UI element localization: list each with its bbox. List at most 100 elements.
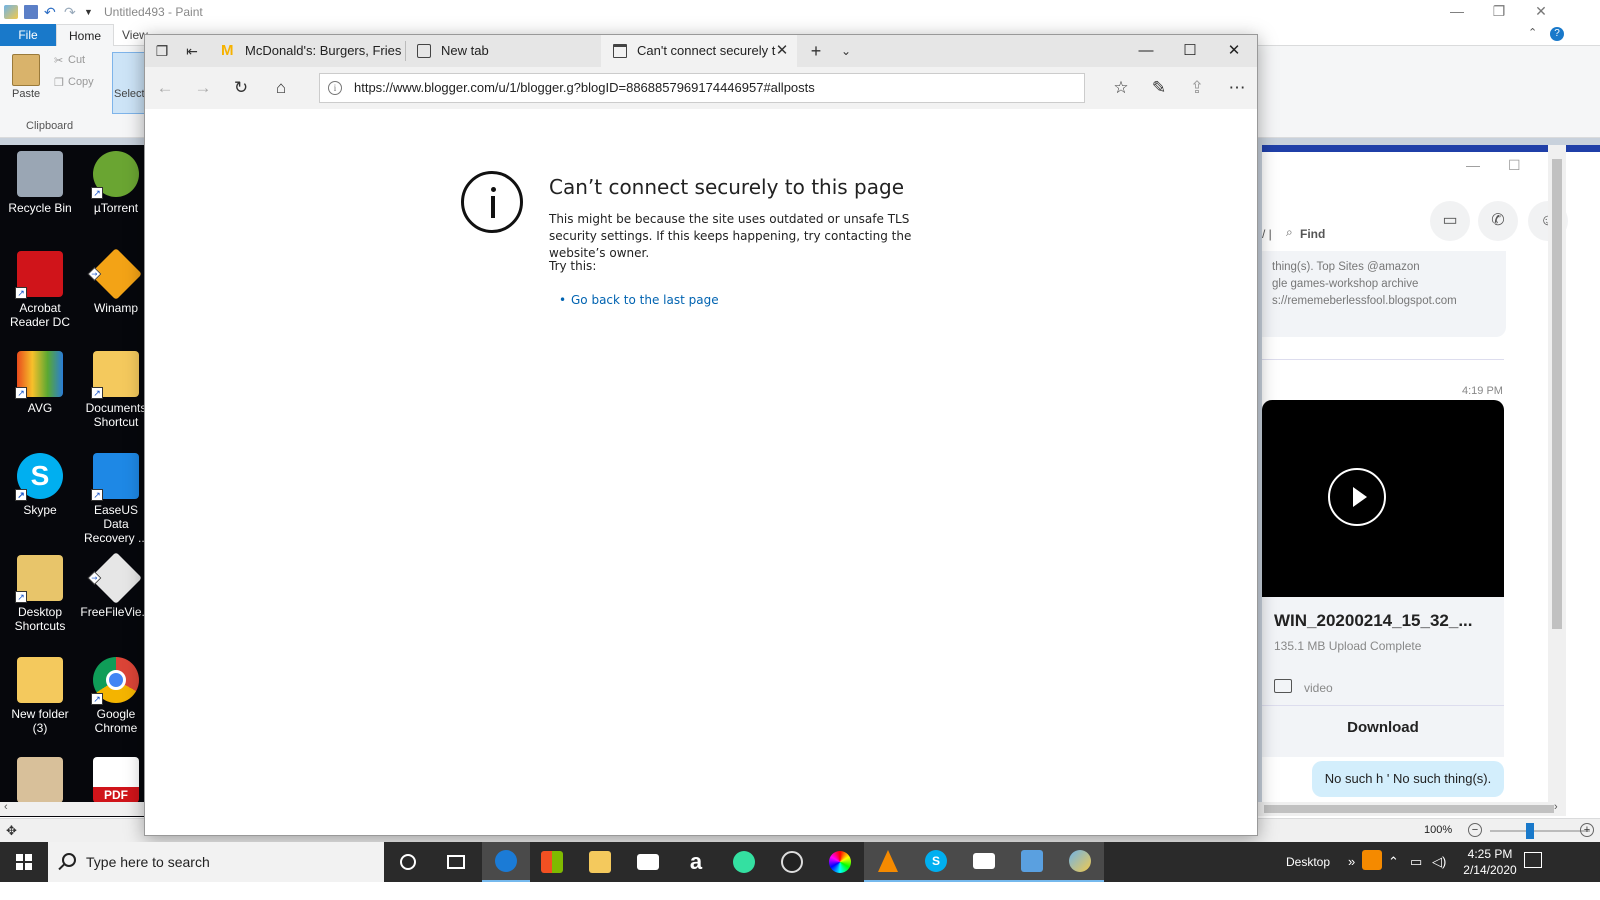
desktop-icon-documents[interactable]: ↗ Documents Shortcut — [80, 351, 147, 429]
paste-icon[interactable] — [12, 54, 40, 86]
skype-scrollbar-thumb[interactable] — [1552, 159, 1562, 629]
desktop-icon-pdf[interactable]: PDF — [80, 757, 147, 807]
tab-new-tab[interactable]: New tab — [405, 35, 601, 67]
desktop-icon-skype[interactable]: S ↗ Skype — [4, 453, 76, 517]
forward-arrow-icon[interactable]: → — [187, 72, 219, 104]
tray-chevron-up-icon[interactable]: ⌃ — [1388, 854, 1399, 870]
desktop-icon-acrobat[interactable]: ↗ Acrobat Reader DC — [4, 251, 76, 329]
back-arrow-icon[interactable]: ← — [149, 72, 181, 104]
paint-minimize-button[interactable]: — — [1434, 0, 1480, 24]
edge-maximize-button[interactable]: ☐ — [1167, 35, 1213, 67]
tab-home[interactable]: Home — [56, 24, 114, 47]
more-ellipsis-icon[interactable]: ⋯ — [1221, 72, 1253, 104]
video-preview[interactable] — [1262, 400, 1504, 597]
taskbar-vlc[interactable] — [864, 842, 912, 882]
cut-button[interactable]: Cut — [68, 54, 85, 66]
desktop-icon-recycle-bin[interactable]: Recycle Bin — [4, 151, 76, 215]
taskbar-clock[interactable]: 4:25 PM 2/14/2020 — [1460, 846, 1520, 878]
select-button[interactable]: Select — [114, 88, 145, 100]
paste-button[interactable]: Paste — [12, 88, 40, 100]
taskbar-tripadvisor[interactable] — [720, 842, 768, 882]
play-icon[interactable] — [1328, 468, 1386, 526]
taskbar-store[interactable] — [528, 842, 576, 882]
webcam-icon — [781, 851, 803, 873]
zoom-out-button[interactable]: − — [1468, 823, 1482, 837]
site-info-icon[interactable]: i — [328, 81, 342, 95]
taskbar-skype[interactable]: S — [912, 842, 960, 882]
notification-app-icon[interactable] — [1362, 850, 1382, 870]
paint-maximize-button[interactable]: ❐ — [1476, 0, 1522, 24]
tab-preview-icon[interactable]: ⇤ — [177, 35, 207, 67]
desktop-icon-utorrent[interactable]: ↗ µTorrent — [80, 151, 147, 215]
network-icon[interactable]: ▭ — [1410, 854, 1422, 870]
desktop-icon-avg[interactable]: ↗ AVG — [4, 351, 76, 415]
collapse-ribbon-icon[interactable]: ⌃ — [1528, 26, 1537, 39]
favorites-star-icon[interactable]: ☆ — [1105, 72, 1137, 104]
taskbar-search-box[interactable]: Type here to search — [48, 842, 384, 882]
desktop-icon-desktop-shortcuts[interactable]: ↗ Desktop Shortcuts — [4, 555, 76, 633]
taskbar-camera-app[interactable] — [768, 842, 816, 882]
action-center-icon[interactable] — [1524, 852, 1542, 868]
taskbar-photo-viewer[interactable] — [1008, 842, 1056, 882]
show-more-chevron-icon[interactable]: » — [1348, 854, 1355, 869]
edge-close-button[interactable]: ✕ — [1211, 35, 1257, 67]
customize-dropdown-icon[interactable]: ▼ — [84, 5, 98, 19]
go-back-link[interactable]: Go back to the last page — [571, 293, 719, 307]
desktop-icon-chrome[interactable]: ↗ Google Chrome — [80, 657, 147, 735]
download-button[interactable]: Download — [1262, 719, 1504, 736]
desktop-icon-freefileviewer[interactable]: ↗ FreeFileVie... — [80, 551, 147, 619]
home-icon[interactable]: ⌂ — [265, 72, 297, 104]
video-call-icon[interactable]: ▭ — [1430, 201, 1470, 241]
volume-icon[interactable]: ◁) — [1432, 854, 1446, 870]
start-button[interactable] — [0, 842, 48, 882]
easeus-icon: ↗ — [91, 453, 139, 501]
taskbar-camera[interactable] — [960, 842, 1008, 882]
address-url[interactable]: https://www.blogger.com/u/1/blogger.g?bl… — [354, 74, 815, 102]
desktop-icon-new-folder[interactable]: New folder (3) — [4, 657, 76, 735]
undo-icon[interactable]: ↶ — [44, 5, 58, 19]
zoom-slider-thumb[interactable] — [1526, 823, 1534, 839]
desktop-toolbar-label[interactable]: Desktop — [1286, 842, 1330, 882]
help-icon[interactable]: ? — [1550, 27, 1564, 41]
skype-find-button[interactable]: Find — [1300, 227, 1325, 241]
web-note-pen-icon[interactable]: ✎ — [1143, 72, 1175, 104]
tab-file[interactable]: File — [0, 24, 56, 46]
desktop-icon-label: New folder (3) — [11, 707, 69, 735]
tab-cant-connect[interactable]: Can't connect securely t — [601, 35, 797, 67]
copy-button[interactable]: Copy — [68, 76, 94, 88]
tab-list-chevron-down-icon[interactable]: ⌄ — [831, 35, 861, 67]
phone-call-icon[interactable]: ✆ — [1478, 201, 1518, 241]
select-icon[interactable] — [112, 52, 146, 114]
desktop-icon-winamp[interactable]: ↗ Winamp — [80, 247, 147, 315]
zoom-in-button[interactable]: + — [1580, 823, 1594, 837]
skype-scrollbar[interactable] — [1548, 145, 1566, 805]
horizontal-scrollbar-thumb[interactable] — [1264, 805, 1554, 813]
skype-minimize-button[interactable]: — — [1466, 157, 1480, 173]
taskbar-edge[interactable] — [482, 842, 530, 882]
freefileviewer-icon: ↗ — [87, 551, 143, 605]
taskbar-amazon[interactable]: a — [672, 842, 720, 882]
zoom-slider[interactable] — [1490, 830, 1590, 832]
desktop-icon-image[interactable] — [4, 757, 76, 807]
taskbar-color-app[interactable] — [816, 842, 864, 882]
share-icon[interactable]: ⇪ — [1181, 72, 1213, 104]
skype-maximize-button[interactable]: ☐ — [1508, 157, 1521, 174]
paint-close-button[interactable]: ✕ — [1518, 0, 1564, 24]
scroll-right-icon[interactable]: › — [1554, 801, 1558, 813]
taskbar-mail[interactable] — [624, 842, 672, 882]
taskbar-paint[interactable] — [1056, 842, 1104, 882]
desktop-icon-easeus[interactable]: ↗ EaseUS Data Recovery ... — [80, 453, 147, 545]
tab-mcdonalds[interactable]: M McDonald's: Burgers, Fries & — [209, 35, 405, 67]
scroll-left-icon[interactable]: ‹ — [4, 801, 8, 813]
save-icon[interactable] — [24, 5, 38, 19]
task-view-button[interactable] — [432, 842, 480, 882]
address-bar[interactable]: i https://www.blogger.com/u/1/blogger.g?… — [319, 73, 1085, 103]
close-tab-icon[interactable]: ✕ — [771, 35, 793, 67]
redo-icon[interactable]: ↷ — [64, 5, 78, 19]
new-tab-plus-icon[interactable]: + — [801, 35, 831, 67]
edge-minimize-button[interactable]: — — [1123, 35, 1169, 67]
tab-sets-aside-icon[interactable]: ❐ — [147, 35, 177, 67]
cortana-button[interactable] — [384, 842, 432, 882]
refresh-icon[interactable]: ↻ — [225, 72, 257, 104]
taskbar-file-explorer[interactable] — [576, 842, 624, 882]
